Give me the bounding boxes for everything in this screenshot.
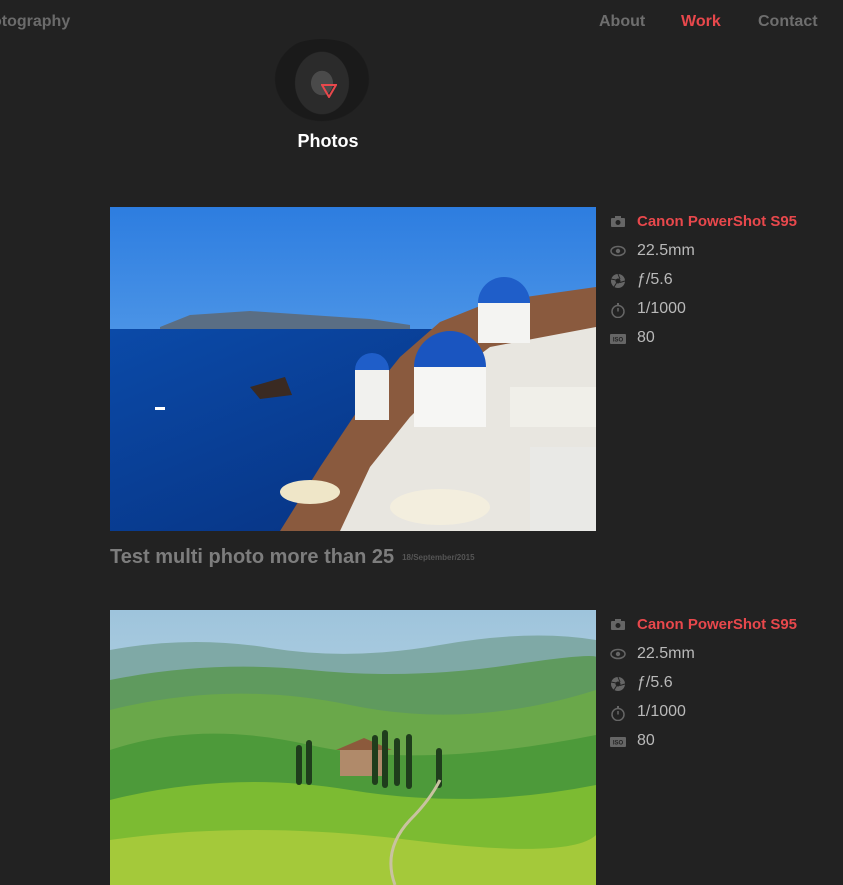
nav-link-about[interactable]: About <box>599 13 645 31</box>
nav-link-contact[interactable]: Contact <box>758 13 818 31</box>
shutter-speed: 1/1000 <box>637 299 686 317</box>
eye-icon <box>610 647 628 661</box>
post-photo-santorini[interactable] <box>110 207 596 531</box>
svg-text:ISO: ISO <box>613 740 624 746</box>
shutter-speed: 1/1000 <box>637 702 686 720</box>
post-title[interactable]: Test multi photo more than 25 18/Septembe… <box>110 546 475 569</box>
photographer-avatar <box>263 39 381 127</box>
iso-value: 80 <box>637 328 655 346</box>
focal-length: 22.5mm <box>637 241 695 259</box>
aperture-value: ƒ/5.6 <box>637 673 673 691</box>
post-exif-2: Canon PowerShot S95 22.5mm ƒ/5.6 1/1000 … <box>610 610 797 755</box>
camera-model[interactable]: Canon PowerShot S95 <box>637 616 797 633</box>
iso-icon: ISO <box>610 331 628 345</box>
aperture-icon <box>610 676 628 691</box>
aperture-icon <box>610 273 628 288</box>
stopwatch-icon <box>610 705 628 721</box>
iso-value: 80 <box>637 731 655 749</box>
svg-text:ISO: ISO <box>613 337 624 343</box>
logo-label: Photos <box>297 131 359 151</box>
post-title-text[interactable]: Test multi photo more than 25 <box>110 546 394 568</box>
post-photo-tuscany[interactable] <box>110 610 596 885</box>
nav-link-work[interactable]: Work <box>681 13 721 31</box>
site-brand[interactable]: otography <box>0 13 70 31</box>
logo-triangle-icon <box>321 84 337 98</box>
site-logo[interactable]: Photos <box>263 39 381 153</box>
iso-icon: ISO <box>610 734 628 748</box>
focal-length: 22.5mm <box>637 644 695 662</box>
camera-model[interactable]: Canon PowerShot S95 <box>637 213 797 230</box>
aperture-value: ƒ/5.6 <box>637 270 673 288</box>
post-exif-1: Canon PowerShot S95 22.5mm ƒ/5.6 1/1000 … <box>610 207 797 352</box>
stopwatch-icon <box>610 302 628 318</box>
camera-icon <box>610 618 628 632</box>
camera-icon <box>610 215 628 229</box>
eye-icon <box>610 244 628 258</box>
post-date: 18/September/2015 <box>402 553 475 563</box>
